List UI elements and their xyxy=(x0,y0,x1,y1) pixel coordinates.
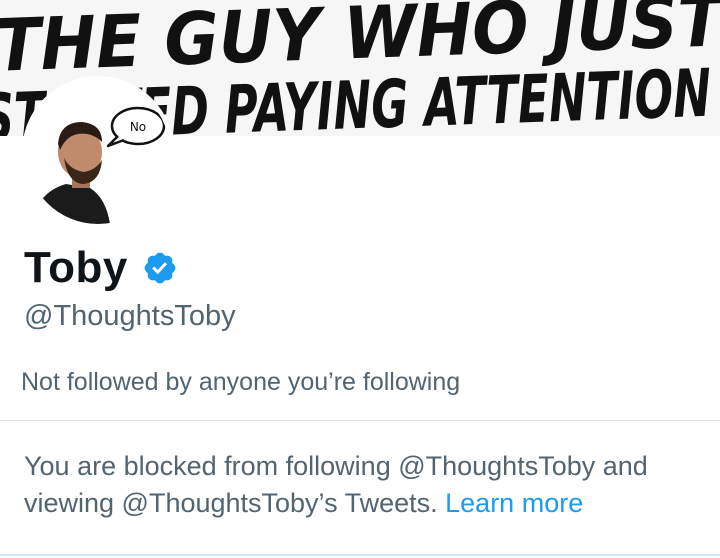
followed-by-text[interactable]: Not followed by anyone you’re following xyxy=(21,368,460,397)
learn-more-link[interactable]: Learn more xyxy=(445,488,583,518)
verified-badge-icon[interactable] xyxy=(142,250,178,286)
display-name: Toby xyxy=(24,243,128,292)
blocked-notice: You are blocked from following @Thoughts… xyxy=(24,448,704,522)
section-divider xyxy=(0,420,720,421)
bottom-divider xyxy=(0,554,720,556)
avatar[interactable]: No xyxy=(22,76,174,228)
profile-handle: @ThoughtsToby xyxy=(24,300,236,332)
speech-bubble-text: No xyxy=(130,120,146,134)
profile-name-row: Toby xyxy=(24,238,178,298)
